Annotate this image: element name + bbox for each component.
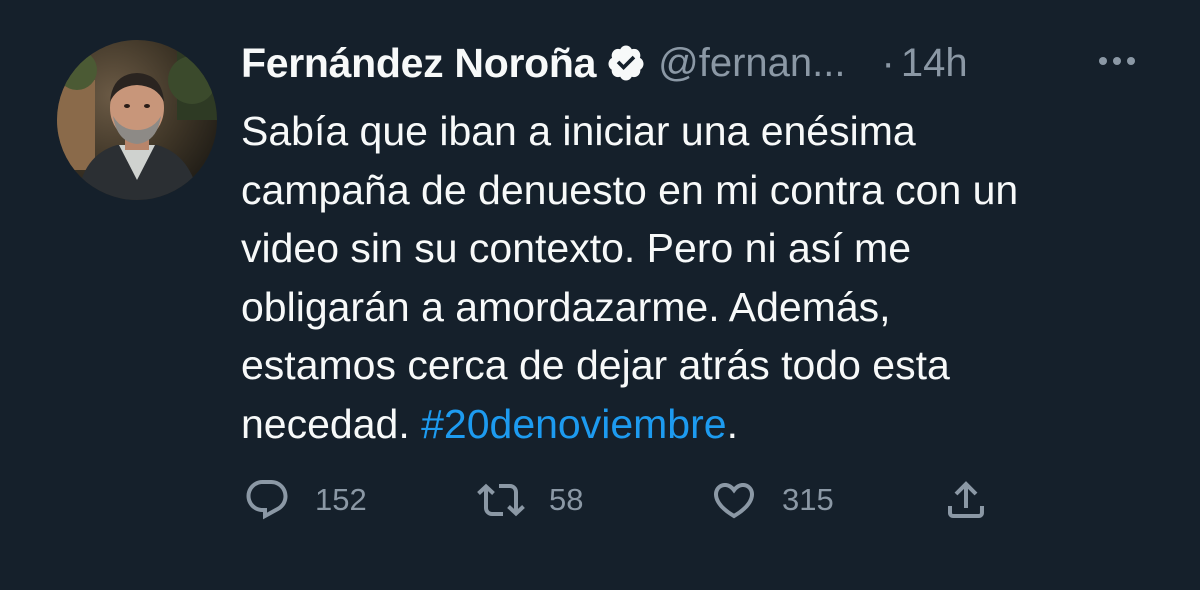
retweet-icon — [477, 476, 525, 524]
tweet-header: Fernández Noroña @fernan... · 14h — [241, 38, 968, 88]
tweet-text-segment: . — [726, 400, 738, 447]
reply-count: 152 — [315, 482, 367, 517]
tweet-card: Fernández Noroña @fernan... · 14h Sabía … — [0, 0, 1200, 590]
tweet-text-line: video sin su contexto. Pero ni así me — [241, 225, 912, 271]
author-name[interactable]: Fernández Noroña — [241, 40, 596, 87]
like-count: 315 — [782, 482, 834, 517]
retweet-count: 58 — [549, 482, 584, 517]
tweet-text-line: obligarán a amordazarme. Además, — [241, 283, 891, 330]
tweet-timestamp[interactable]: 14h — [901, 41, 968, 86]
retweet-button[interactable]: 58 — [477, 470, 583, 530]
heart-icon — [710, 476, 758, 524]
tweet-text: Sabía que iban a iniciar una enésima cam… — [241, 102, 1161, 453]
avatar[interactable] — [57, 40, 217, 200]
verified-badge-icon — [606, 43, 646, 83]
tweet-text-last-line: necedad. #20denoviembre. — [241, 395, 1161, 454]
like-button[interactable]: 315 — [710, 470, 834, 530]
tweet-actions: 152 58 315 — [0, 470, 1200, 530]
avatar-photo — [57, 40, 217, 200]
hashtag-link[interactable]: #20denoviembre — [421, 401, 726, 447]
tweet-text-segment: necedad. — [241, 400, 422, 447]
tweet-text-line: Sabía que iban a iniciar una enésima — [241, 108, 916, 154]
reply-button[interactable]: 152 — [243, 470, 367, 530]
tweet-text-line: estamos cerca de dejar atrás todo esta — [241, 342, 950, 388]
author-handle[interactable]: @fernan... — [658, 41, 845, 86]
share-button[interactable] — [942, 470, 990, 530]
share-icon — [942, 476, 990, 524]
reply-icon — [243, 476, 291, 524]
more-icon[interactable] — [1096, 48, 1138, 74]
time-separator: · — [881, 40, 895, 85]
tweet-text-line: campaña de denuesto en mi contra con un — [241, 166, 1019, 213]
